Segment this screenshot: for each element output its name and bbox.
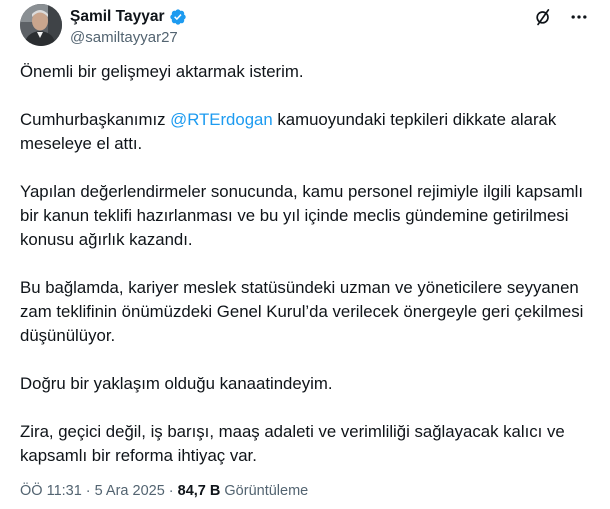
author-display-name[interactable]: Şamil Tayyar: [70, 7, 165, 27]
author-handle[interactable]: @samiltayyar27: [70, 28, 187, 48]
tweet-paragraph-2-start: Cumhurbaşkanımız: [20, 110, 171, 129]
display-name-row: Şamil Tayyar: [70, 7, 187, 27]
tweet-date[interactable]: 5 Ara 2025: [95, 483, 165, 499]
header-actions: [532, 6, 590, 28]
tweet-paragraph-5: Doğru bir yaklaşım olduğu kanaatindeyim.: [20, 374, 333, 393]
avatar[interactable]: [20, 4, 62, 46]
tweet-paragraph-6: Zira, geçici değil, iş barışı, maaş adal…: [20, 422, 565, 465]
views-count[interactable]: 84,7 B: [178, 483, 221, 499]
mention-link[interactable]: @RTErdogan: [170, 110, 273, 129]
meta-separator: ·: [85, 483, 91, 499]
tweet-paragraph-2: Cumhurbaşkanımız @RTErdogan kamuoyundaki…: [20, 108, 592, 156]
tweet-paragraph-3: Yapılan değerlendirmeler sonucunda, kamu…: [20, 182, 584, 249]
more-dots-icon[interactable]: [568, 6, 590, 28]
tweet-paragraph-1: Önemli bir gelişmeyi aktarmak isterim.: [20, 62, 304, 81]
meta-separator-2: ·: [168, 483, 174, 499]
tweet-card: Şamil Tayyar @samiltayyar27 Önemli bir g…: [0, 0, 610, 509]
verified-badge-icon[interactable]: [169, 8, 187, 26]
tweet-paragraph-4: Bu bağlamda, kariyer meslek statüsündeki…: [20, 278, 584, 345]
tweet-meta: ÖÖ 11:31 · 5 Ara 2025 · 84,7 B Görüntüleme: [20, 481, 308, 501]
tweet-header: Şamil Tayyar @samiltayyar27: [20, 4, 592, 48]
author-names: Şamil Tayyar @samiltayyar27: [70, 7, 187, 48]
grok-slash-icon[interactable]: [532, 6, 554, 28]
avatar-photo: [20, 4, 62, 46]
tweet-text: Önemli bir gelişmeyi aktarmak isterim. C…: [20, 60, 592, 468]
views-label: Görüntüleme: [224, 483, 309, 499]
tweet-time[interactable]: ÖÖ 11:31: [20, 483, 82, 499]
